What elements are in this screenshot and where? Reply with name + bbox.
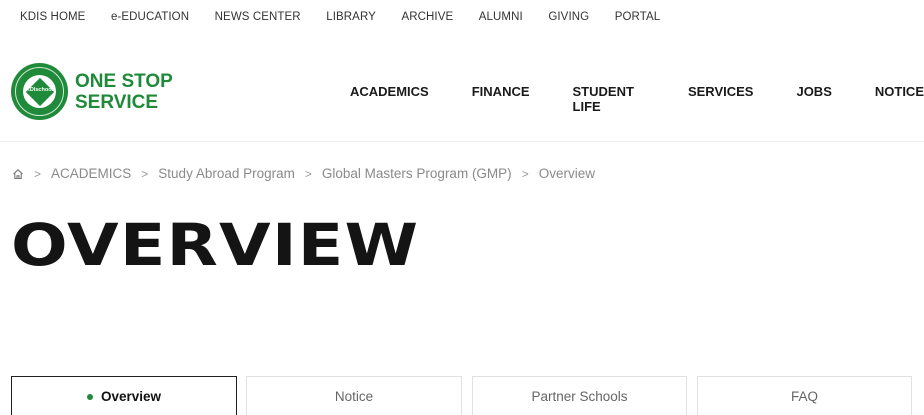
main-nav-finance[interactable]: FINANCE <box>472 84 530 114</box>
logo-line-2: SERVICE <box>75 91 159 113</box>
utility-link-library[interactable]: LIBRARY <box>326 11 376 23</box>
main-nav-academics[interactable]: ACADEMICS <box>350 84 429 114</box>
logo-wordmark: ONE STOP SERVICE <box>75 71 173 113</box>
breadcrumb: > ACADEMICS > Study Abroad Program > Glo… <box>12 166 595 181</box>
kdi-school-seal-icon: KDIschool <box>11 63 68 120</box>
main-nav: ACADEMICS FINANCE STUDENT LIFE SERVICES … <box>350 84 924 114</box>
chevron-right-icon: > <box>34 166 42 181</box>
tab-overview-label: Overview <box>100 389 162 404</box>
site-logo[interactable]: KDIschool ONE STOP SERVICE <box>11 63 173 120</box>
tab-faq-label: FAQ <box>790 389 818 404</box>
seal-text: KDIschool <box>25 87 54 93</box>
header-divider <box>0 141 924 142</box>
home-icon[interactable] <box>12 168 24 180</box>
site-header: KDIschool ONE STOP SERVICE ACADEMICS FIN… <box>0 60 924 124</box>
main-nav-notice[interactable]: NOTICE <box>875 84 924 114</box>
tab-notice[interactable]: Notice <box>246 376 462 415</box>
utility-link-giving[interactable]: GIVING <box>548 11 589 23</box>
breadcrumb-academics[interactable]: ACADEMICS <box>51 166 131 181</box>
tab-notice-label: Notice <box>334 389 374 404</box>
chevron-right-icon: > <box>304 166 312 181</box>
logo-line-1: ONE STOP <box>75 70 173 92</box>
breadcrumb-current: Overview <box>538 166 595 181</box>
utility-nav: KDIS HOME e-EDUCATION NEWS CENTER LIBRAR… <box>0 0 686 34</box>
tab-overview[interactable]: Overview <box>11 376 237 415</box>
breadcrumb-study-abroad[interactable]: Study Abroad Program <box>158 166 295 181</box>
tab-partner-schools[interactable]: Partner Schools <box>472 376 687 415</box>
breadcrumb-gmp[interactable]: Global Masters Program (GMP) <box>322 166 512 181</box>
main-nav-jobs[interactable]: JOBS <box>796 84 831 114</box>
utility-link-news-center[interactable]: NEWS CENTER <box>215 11 301 23</box>
tab-partner-schools-label: Partner Schools <box>531 389 628 404</box>
utility-link-alumni[interactable]: ALUMNI <box>479 11 523 23</box>
utility-link-archive[interactable]: ARCHIVE <box>401 11 453 23</box>
page-title: OVERVIEW <box>11 211 420 279</box>
utility-link-portal[interactable]: PORTAL <box>615 11 661 23</box>
active-dot-icon <box>86 393 93 400</box>
utility-link-e-education[interactable]: e-EDUCATION <box>111 11 189 23</box>
main-nav-services[interactable]: SERVICES <box>688 84 754 114</box>
main-nav-student-life[interactable]: STUDENT LIFE <box>573 84 645 114</box>
tab-faq[interactable]: FAQ <box>697 376 912 415</box>
utility-link-kdis-home[interactable]: KDIS HOME <box>20 11 85 23</box>
chevron-right-icon: > <box>141 166 149 181</box>
chevron-right-icon: > <box>521 166 529 181</box>
